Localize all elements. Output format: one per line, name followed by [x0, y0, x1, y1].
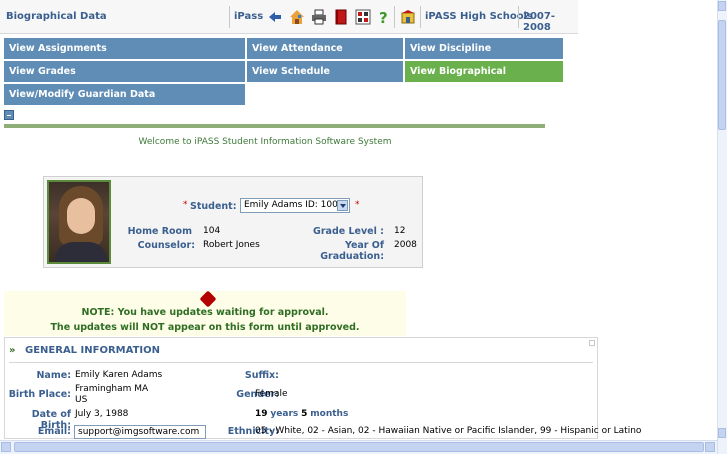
book-icon[interactable]: [333, 9, 349, 25]
dob-value: July 3, 1988: [75, 409, 129, 419]
home-room-label: Home Room: [127, 226, 192, 237]
section-divider: [9, 362, 593, 363]
scroll-down-icon[interactable]: [718, 428, 726, 438]
name-label: Name:: [36, 370, 71, 381]
vertical-scroll-thumb[interactable]: [718, 20, 726, 130]
page-title: Biographical Data: [6, 11, 107, 22]
help-icon[interactable]: ?: [375, 9, 391, 25]
title-bar: Biographical Data iPass ? iPASS High Sch…: [0, 0, 578, 34]
scroll-right-icon[interactable]: [705, 442, 715, 452]
student-photo: [47, 180, 111, 264]
welcome-message: Welcome to iPASS Student Information Sof…: [138, 137, 392, 147]
email-field[interactable]: support@imgsoftware.com: [74, 425, 206, 439]
panel-corner-icon: [589, 340, 595, 346]
student-select[interactable]: Emily Adams ID: 1002: [240, 198, 350, 213]
graduation-value: 2008: [394, 240, 417, 250]
age-value: 19 years 5 months: [255, 409, 349, 419]
counselor-label: Counselor:: [137, 240, 195, 251]
grade-level-value: 12: [394, 226, 406, 236]
general-information-panel: » GENERAL INFORMATION Name: Emily Karen …: [4, 337, 641, 439]
required-marker: *: [183, 200, 188, 210]
alert-icon: [199, 290, 217, 308]
name-value: Emily Karen Adams: [75, 370, 163, 380]
scroll-left-icon[interactable]: [1, 442, 11, 452]
header-separator: [394, 6, 395, 28]
required-marker: *: [355, 200, 360, 210]
school-link[interactable]: iPASS High Schools: [425, 11, 533, 22]
divider-bar: [4, 124, 545, 128]
section-chevron-icon[interactable]: »: [9, 345, 15, 356]
nav-view-grades[interactable]: View Grades: [4, 61, 245, 82]
school-year-link[interactable]: 2007-2008: [523, 11, 578, 33]
calculator-icon[interactable]: [355, 9, 371, 25]
suffix-label: Suffix:: [244, 370, 279, 381]
counselor-value: Robert Jones: [203, 240, 260, 250]
graduation-label: Year Of Graduation:: [320, 240, 384, 262]
nav-view-guardian-data[interactable]: View/Modify Guardian Data: [4, 84, 245, 105]
note-line-2: The updates will NOT appear on this form…: [50, 322, 360, 333]
nav-view-attendance[interactable]: View Attendance: [247, 38, 403, 59]
student-select-value: Emily Adams ID: 1002: [244, 200, 344, 210]
nav-view-assignments[interactable]: View Assignments: [4, 38, 245, 59]
switch-school-icon[interactable]: [400, 9, 416, 25]
nav-view-schedule[interactable]: View Schedule: [247, 61, 403, 82]
header-separator: [518, 6, 519, 28]
grade-level-label: Grade Level :: [313, 226, 384, 237]
student-label: Student:: [190, 201, 237, 212]
svg-text:?: ?: [379, 9, 388, 25]
ethnicity-value: 05 - White, 02 - Asian, 02 - Hawaiian Na…: [255, 426, 642, 436]
nav-view-biographical[interactable]: View Biographical: [405, 61, 563, 82]
header-separator: [420, 6, 421, 28]
chevron-down-icon[interactable]: [337, 200, 348, 211]
home-icon[interactable]: [289, 9, 305, 25]
birth-place-label: Birth Place:: [8, 389, 71, 400]
horizontal-scroll-thumb[interactable]: [14, 442, 704, 452]
print-icon[interactable]: [311, 9, 327, 25]
birth-place-value: Framingham MA: [75, 384, 149, 394]
nav-view-discipline[interactable]: View Discipline: [405, 38, 563, 59]
back-arrow-icon[interactable]: [267, 9, 283, 25]
note-line-1: NOTE: You have updates waiting for appro…: [81, 307, 329, 318]
collapse-toggle-icon[interactable]: [4, 110, 14, 120]
header-separator: [229, 6, 230, 28]
gender-value: Female: [255, 389, 288, 399]
email-label: Email:: [37, 426, 71, 437]
scroll-up-icon[interactable]: [718, 1, 726, 11]
birth-place-country: US: [75, 395, 88, 405]
home-room-value: 104: [203, 226, 221, 236]
section-title: GENERAL INFORMATION: [25, 345, 160, 356]
ipass-link[interactable]: iPass: [234, 11, 263, 22]
approval-note: NOTE: You have updates waiting for appro…: [4, 290, 406, 336]
